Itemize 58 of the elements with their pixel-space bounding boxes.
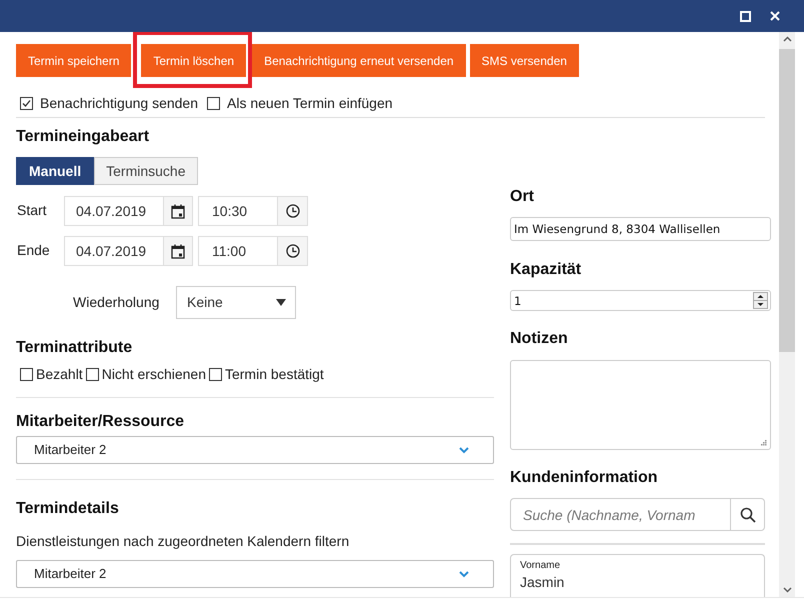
calendar-icon bbox=[171, 244, 185, 258]
field-label: Vorname bbox=[520, 560, 560, 572]
section-heading: Termineingabeart bbox=[16, 127, 150, 147]
maximize-icon[interactable] bbox=[740, 10, 751, 22]
clock-icon bbox=[286, 244, 300, 258]
capacity-field[interactable]: 1 bbox=[510, 290, 771, 311]
search-button[interactable] bbox=[731, 498, 765, 531]
tab[interactable]: Terminsuche bbox=[94, 157, 198, 185]
section-heading: Kapazität bbox=[510, 260, 582, 280]
spinner-icon[interactable] bbox=[753, 292, 768, 309]
tab[interactable]: Manuell bbox=[16, 157, 94, 185]
repeat-dropdown[interactable]: Keine bbox=[176, 286, 296, 319]
section-heading: Termindetails bbox=[16, 499, 120, 519]
search-field[interactable]: Suche (Nachname, Vornam bbox=[510, 498, 731, 531]
section-heading: Ort bbox=[510, 187, 535, 207]
date-field[interactable]: 04.07.2019 bbox=[64, 236, 164, 266]
chevron-down-icon bbox=[459, 446, 469, 454]
section-heading: Notizen bbox=[510, 329, 569, 349]
checkbox-option[interactable]: Benachrichtigung senden bbox=[20, 92, 198, 114]
location-field[interactable]: Im Wiesengrund 8, 8304 Wallisellen bbox=[510, 217, 771, 241]
checkbox-checked-icon[interactable] bbox=[20, 96, 33, 110]
close-icon[interactable] bbox=[770, 11, 780, 21]
scrollbar-thumb[interactable] bbox=[779, 49, 795, 352]
checkbox-icon[interactable] bbox=[208, 368, 222, 380]
section-heading: Mitarbeiter/Ressource bbox=[16, 412, 186, 432]
calendar-button[interactable] bbox=[164, 196, 193, 226]
clock-button[interactable] bbox=[278, 236, 308, 266]
text-input[interactable]: Jasmin bbox=[520, 572, 756, 592]
checkbox-icon[interactable] bbox=[20, 368, 33, 380]
filter-label: Dienstleistungen nach zugeordneten Kalendern filtern bbox=[16, 532, 350, 550]
checkbox-option[interactable]: Bezahlt bbox=[20, 364, 83, 384]
field-label: Ende bbox=[17, 241, 51, 260]
caret-icon bbox=[276, 299, 286, 306]
section-heading: Terminattribute bbox=[16, 338, 134, 358]
checkbox-option[interactable]: Nicht erschienen bbox=[86, 364, 206, 384]
calendar-icon bbox=[171, 204, 185, 218]
resize-grip-icon[interactable] bbox=[761, 440, 767, 446]
field-label: Wiederholung bbox=[73, 293, 160, 312]
notes-field[interactable] bbox=[510, 360, 771, 450]
scrollbar[interactable] bbox=[779, 32, 795, 597]
checkbox-icon[interactable] bbox=[207, 96, 220, 110]
time-field[interactable]: 11:00 bbox=[198, 236, 278, 266]
chevron-down-icon[interactable] bbox=[782, 587, 792, 593]
date-field[interactable]: 04.07.2019 bbox=[64, 196, 164, 226]
chevron-down-icon bbox=[459, 570, 469, 578]
dropdown[interactable]: Mitarbeiter 2 bbox=[16, 436, 494, 464]
clock-button[interactable] bbox=[278, 196, 308, 226]
checkbox-option[interactable]: Als neuen Termin einfügen bbox=[207, 92, 393, 114]
dropdown[interactable]: Mitarbeiter 2 bbox=[16, 560, 494, 588]
checkbox-icon[interactable] bbox=[86, 368, 99, 380]
clock-icon bbox=[286, 204, 300, 218]
section-heading: Kundeninformation bbox=[510, 468, 659, 488]
chevron-up-icon[interactable] bbox=[782, 36, 792, 42]
checkbox-option[interactable]: Termin bestätigt bbox=[208, 364, 324, 384]
calendar-button[interactable] bbox=[164, 236, 193, 266]
field-label: Start bbox=[17, 201, 48, 220]
search-icon bbox=[740, 506, 756, 522]
time-field[interactable]: 10:30 bbox=[198, 196, 278, 226]
